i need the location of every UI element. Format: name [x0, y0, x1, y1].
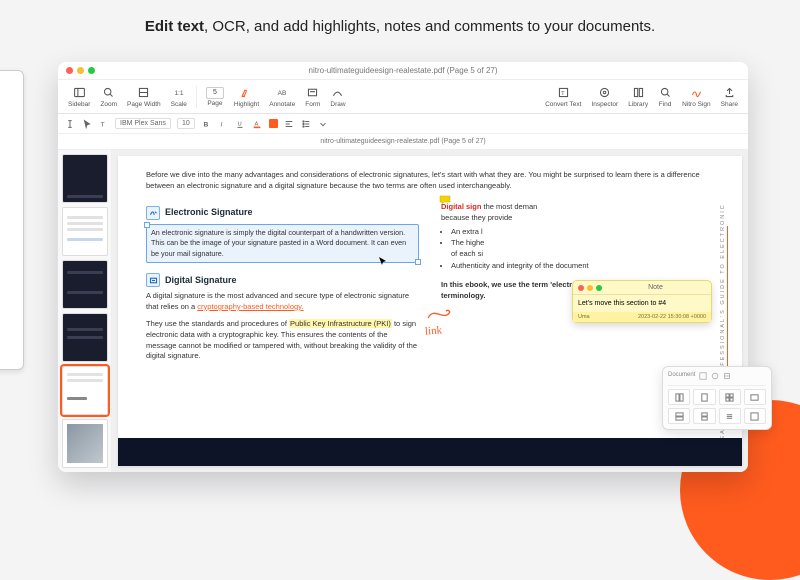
text-color-icon[interactable]: A [252, 118, 263, 129]
signature-icon [146, 206, 160, 220]
find-button[interactable]: Find [654, 86, 676, 108]
layout-option[interactable] [668, 408, 690, 424]
nitrosign-button[interactable]: Nitro Sign [678, 86, 715, 108]
background-tablet [0, 70, 24, 370]
body-text: They use the standards and procedures of… [146, 319, 419, 363]
library-button[interactable]: Library [624, 86, 652, 108]
bullet-list: An extra l The higheof each si Authentic… [441, 227, 714, 273]
highlighted-text: Public Key Infrastructure (PKI) [289, 319, 392, 328]
convert-button[interactable]: TConvert Text [541, 86, 585, 108]
color-swatch[interactable] [269, 119, 278, 128]
main-toolbar: Sidebar Zoom Page Width 1:1Scale 5Page H… [58, 80, 748, 114]
ink-annotation[interactable]: link [424, 323, 442, 340]
draw-button[interactable]: Draw [326, 86, 349, 108]
italic-icon[interactable]: I [218, 118, 229, 129]
text-tool-icon[interactable]: T [98, 118, 109, 129]
thumbnail-page[interactable] [62, 154, 108, 203]
svg-text:B: B [204, 121, 209, 128]
note-title: Note [648, 284, 663, 291]
inspector-panel[interactable]: Document [662, 366, 772, 430]
maximize-icon[interactable] [596, 285, 602, 291]
inspector-button[interactable]: Inspector [587, 86, 622, 108]
svg-text:T: T [561, 91, 565, 97]
next-page-peek [118, 438, 742, 466]
panel-tab-icon[interactable] [699, 372, 707, 382]
svg-text:1:1: 1:1 [175, 90, 184, 97]
pointer-icon[interactable] [81, 118, 92, 129]
app-window: nitro-ultimateguideesign-realestate.pdf … [58, 62, 748, 472]
note-body[interactable]: Let's move this section to #4 [573, 295, 711, 312]
hero-caption: Edit text, OCR, and add highlights, note… [0, 0, 800, 49]
svg-text:I: I [221, 121, 223, 128]
thumbnail-page[interactable] [62, 207, 108, 256]
minimize-icon[interactable] [77, 67, 84, 74]
maximize-icon[interactable] [88, 67, 95, 74]
note-popup[interactable]: Note Let's move this section to #4 Uma20… [572, 280, 712, 323]
note-marker-icon[interactable] [439, 194, 534, 210]
layout-option[interactable] [744, 389, 766, 405]
bold-icon[interactable]: B [201, 118, 212, 129]
note-footer: Uma2023-02-22 15:30:08 +0000 [573, 312, 711, 322]
layout-option[interactable] [744, 408, 766, 424]
ink-arrow-icon [426, 306, 452, 326]
zoom-button[interactable]: Zoom [96, 86, 121, 108]
body-text: because they provide [441, 213, 714, 224]
layout-option[interactable] [693, 389, 715, 405]
link-text[interactable]: cryptography-based technology. [197, 302, 303, 311]
panel-tab-icon[interactable] [711, 372, 719, 382]
format-toolbar: T IBM Plex Sans 10 B I U A [58, 114, 748, 134]
document-tab[interactable]: nitro-ultimateguideesign-realestate.pdf … [58, 134, 748, 150]
align-left-icon[interactable] [284, 118, 295, 129]
layout-option[interactable] [693, 408, 715, 424]
share-button[interactable]: Share [717, 86, 742, 108]
text-cursor-icon[interactable] [64, 118, 75, 129]
section-heading: Electronic Signature [146, 206, 419, 220]
svg-text:AB: AB [277, 90, 286, 97]
hero-strong: Edit text [145, 18, 204, 35]
panel-tab-icon[interactable] [723, 372, 731, 382]
body-text: A digital signature is the most advanced… [146, 291, 419, 313]
chevron-down-icon[interactable] [318, 118, 329, 129]
cursor-icon [378, 256, 388, 266]
highlight-button[interactable]: Highlight [230, 86, 263, 108]
layout-option[interactable] [719, 408, 741, 424]
minimize-icon[interactable] [587, 285, 593, 291]
digital-signature-icon [146, 273, 160, 287]
font-family-select[interactable]: IBM Plex Sans [115, 118, 171, 129]
layout-option[interactable] [668, 389, 690, 405]
intro-paragraph: Before we dive into the many advantages … [146, 170, 714, 192]
svg-text:T: T [100, 121, 104, 128]
font-size-select[interactable]: 10 [177, 118, 195, 129]
form-button[interactable]: Form [301, 86, 324, 108]
thumbnail-page[interactable] [62, 313, 108, 362]
panel-tab-document[interactable]: Document [668, 372, 695, 382]
titlebar: nitro-ultimateguideesign-realestate.pdf … [58, 62, 748, 80]
page-thumbnails [58, 150, 112, 472]
hero-rest: , OCR, and add highlights, notes and com… [204, 18, 655, 35]
thumbnail-page[interactable] [62, 260, 108, 309]
annotate-button[interactable]: ABAnnotate [265, 86, 299, 108]
sidebar-button[interactable]: Sidebar [64, 86, 94, 108]
scale-button[interactable]: 1:1Scale [167, 86, 191, 108]
close-icon[interactable] [66, 67, 73, 74]
close-icon[interactable] [578, 285, 584, 291]
selected-text-block[interactable]: An electronic signature is simply the di… [146, 224, 419, 263]
window-title: nitro-ultimateguideesign-realestate.pdf … [58, 66, 748, 75]
svg-text:U: U [238, 121, 242, 127]
layout-option[interactable] [719, 389, 741, 405]
thumbnail-page[interactable] [62, 366, 108, 415]
underline-icon[interactable]: U [235, 118, 246, 129]
section-heading: Digital Signature [146, 273, 419, 287]
list-icon[interactable] [301, 118, 312, 129]
thumbnail-page[interactable] [62, 419, 108, 468]
pagewidth-button[interactable]: Page Width [123, 86, 165, 108]
page-input-tool[interactable]: 5Page [202, 87, 228, 107]
page-viewport[interactable]: Before we dive into the many advantages … [112, 150, 748, 472]
